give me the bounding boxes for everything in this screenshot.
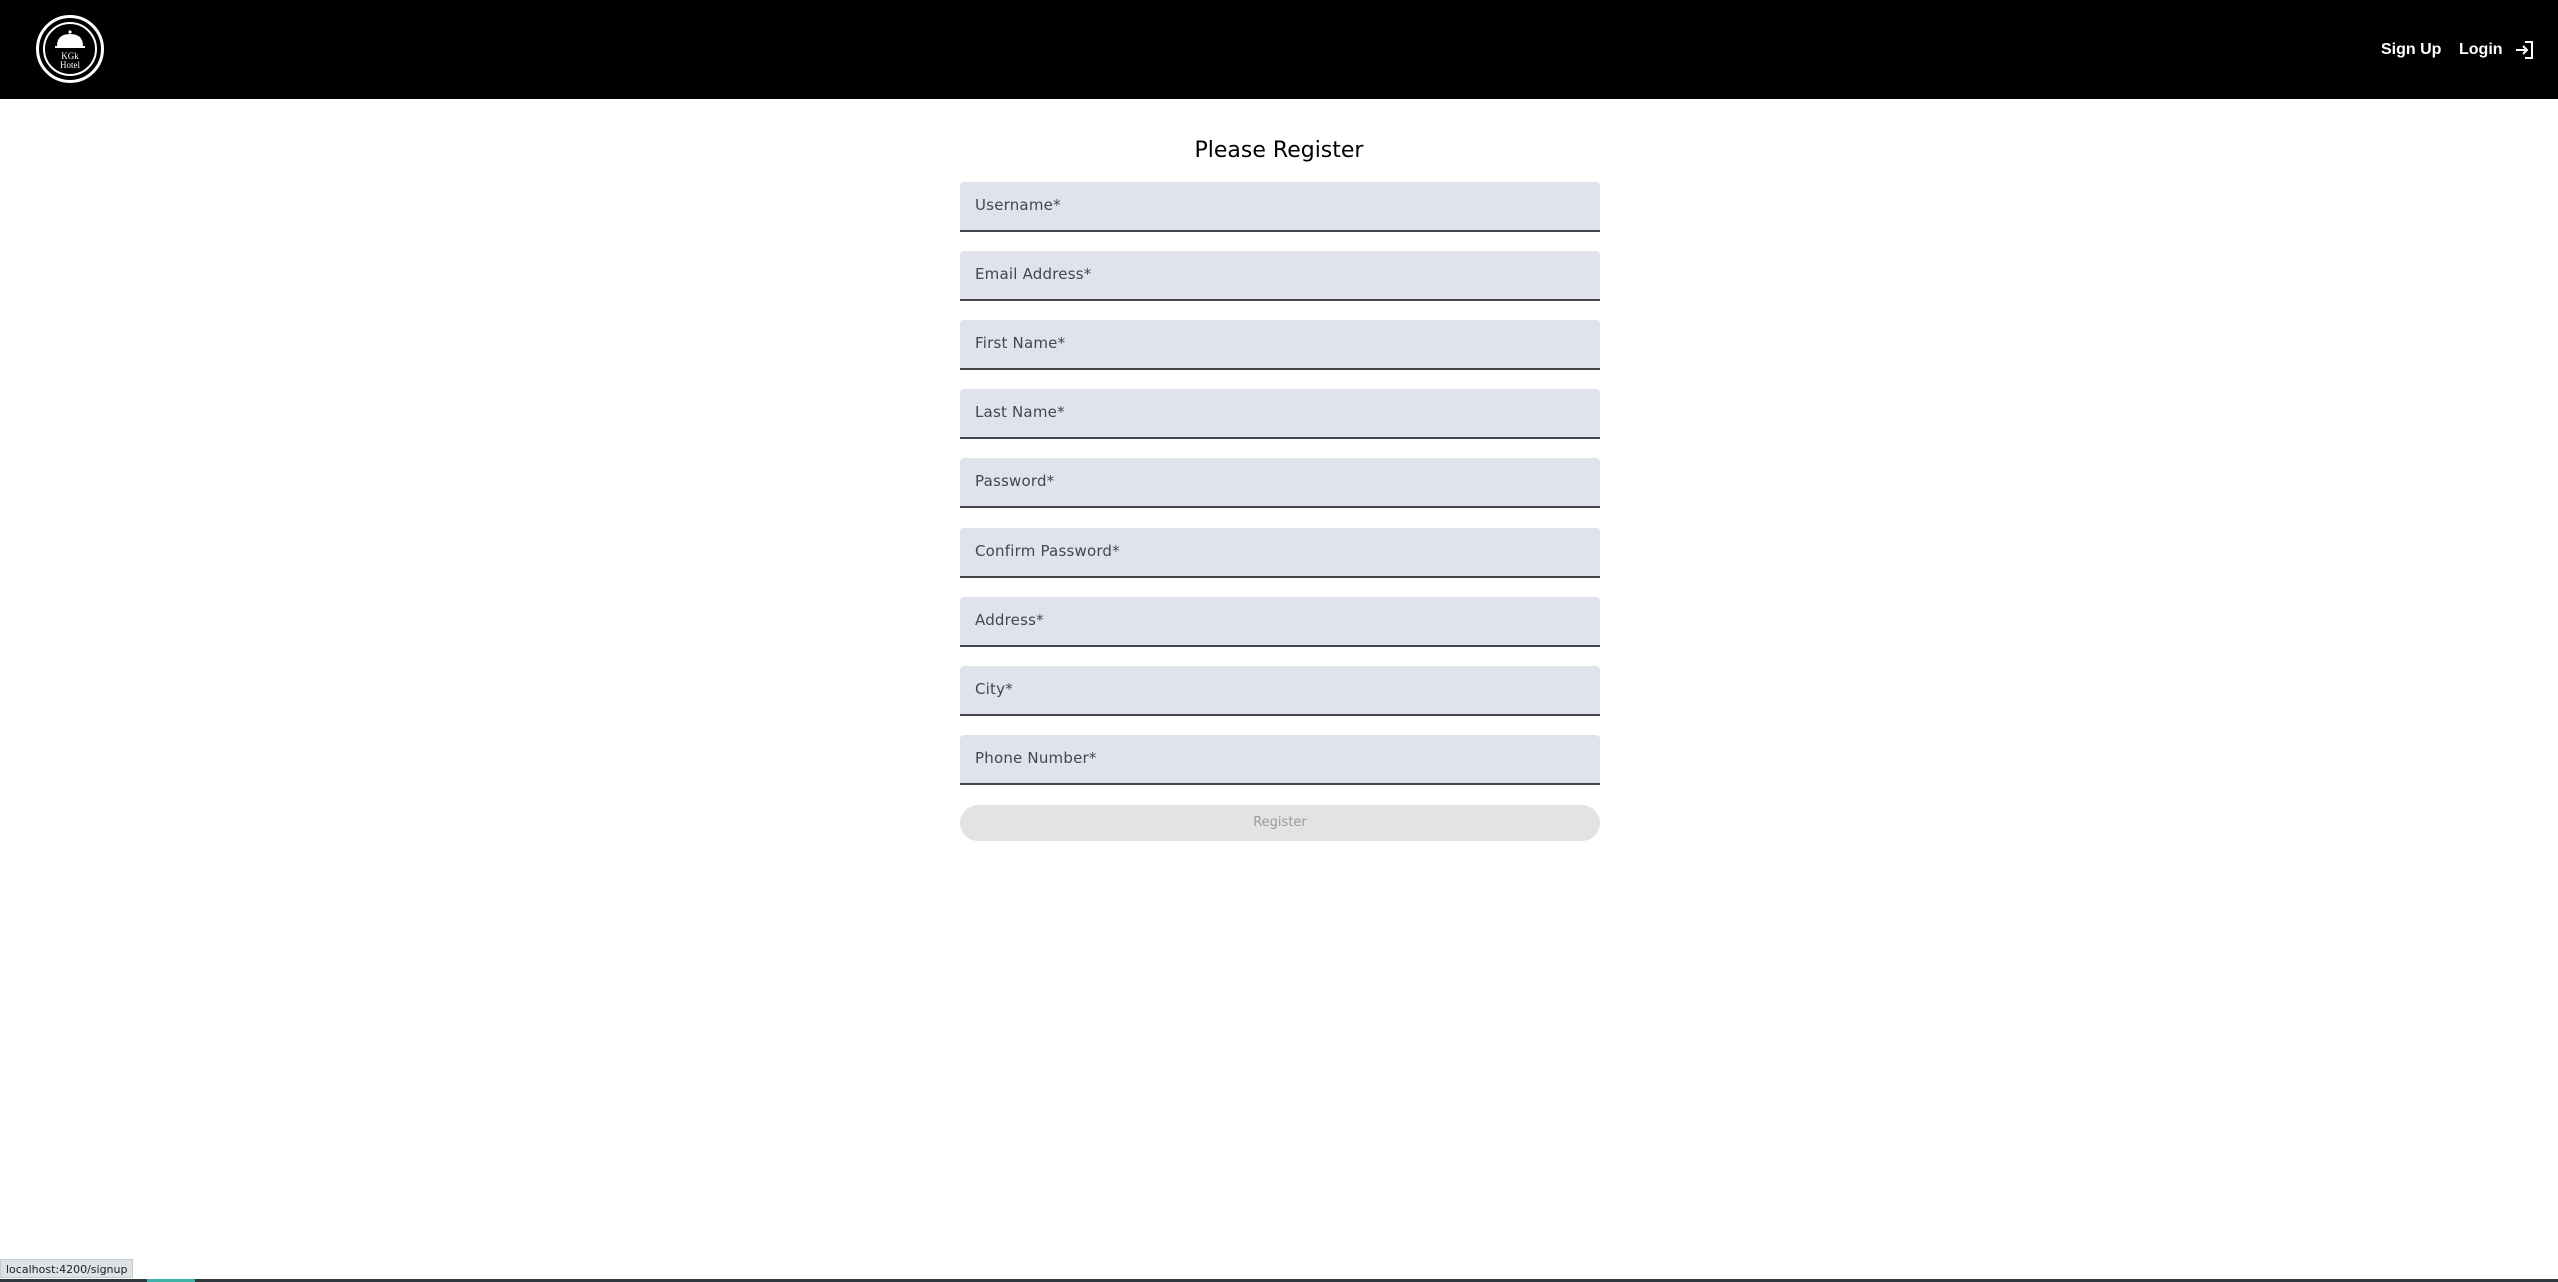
first-name-label: First Name* [975,334,1066,352]
confirm-password-label: Confirm Password* [975,542,1120,560]
signup-link[interactable]: Sign Up [2381,35,2441,65]
phone-number-field[interactable]: Phone Number* [960,735,1600,785]
password-field[interactable]: Password* [960,458,1600,508]
username-label: Username* [975,196,1061,214]
phone-number-label: Phone Number* [975,749,1097,767]
register-button[interactable]: Register [960,805,1600,841]
login-link[interactable]: Login [2459,35,2535,65]
logo-text: KGk Hotel [60,51,80,70]
username-field[interactable]: Username* [960,182,1600,232]
status-bar-url: localhost:4200/signup [0,1259,134,1278]
password-label: Password* [975,472,1055,490]
hotel-logo[interactable]: KGk Hotel [36,15,104,83]
city-label: City* [975,680,1013,698]
email-field[interactable]: Email Address* [960,251,1600,301]
login-label: Login [2459,41,2503,58]
hotel-bell-icon [55,30,85,48]
login-icon [2515,41,2533,59]
page-title: Please Register [1194,138,1364,163]
navbar: KGk Hotel Sign Up Login [0,0,2558,99]
confirm-password-field[interactable]: Confirm Password* [960,528,1600,578]
first-name-field[interactable]: First Name* [960,320,1600,370]
email-label: Email Address* [975,265,1092,283]
last-name-field[interactable]: Last Name* [960,389,1600,439]
last-name-label: Last Name* [975,403,1065,421]
address-field[interactable]: Address* [960,597,1600,647]
city-field[interactable]: City* [960,666,1600,716]
address-label: Address* [975,611,1044,629]
